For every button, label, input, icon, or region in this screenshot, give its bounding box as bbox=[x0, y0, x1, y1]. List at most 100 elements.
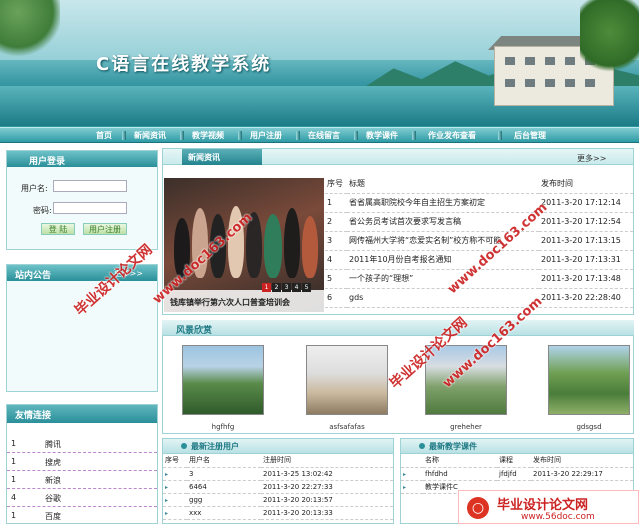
news-title-link[interactable]: 一个孩子的“理想” bbox=[347, 269, 539, 289]
table-header-row: 序号 标题 发布时间 bbox=[325, 174, 633, 194]
news-date: 2011-3-20 22:28:40 bbox=[539, 288, 633, 308]
pager-button[interactable]: 2 bbox=[272, 283, 281, 292]
news-title-link[interactable]: gds bbox=[347, 288, 539, 308]
site-title: C语言在线教学系统 bbox=[96, 54, 272, 75]
spacer-cell bbox=[401, 454, 423, 468]
username-label: 用户名: bbox=[21, 184, 48, 193]
register-button[interactable]: 用户注册 bbox=[83, 223, 127, 235]
courseware-title: 最新教学课件 bbox=[429, 442, 477, 451]
arrow-icon: ▸ bbox=[163, 480, 187, 494]
list-item: 1 腾讯 bbox=[7, 435, 157, 453]
news-date: 2011-3-20 17:12:14 bbox=[539, 193, 633, 213]
corner-watermark-url: www.56doc.com bbox=[521, 512, 595, 522]
row-index: 5 bbox=[325, 269, 347, 289]
username-cell[interactable]: xxx bbox=[187, 506, 261, 520]
table-row[interactable]: 3 网传福州大学将“恋爱实名制”校方称不可能 2011-3-20 17:13:15 bbox=[325, 231, 633, 251]
bullet-text: 1 bbox=[11, 511, 17, 520]
list-item: 1 搜虎 bbox=[7, 453, 157, 471]
nav-divider bbox=[122, 131, 126, 140]
nav-item-courseware[interactable]: 教学课件 bbox=[366, 130, 398, 141]
scenery-caption: hgfhfg bbox=[211, 423, 235, 431]
password-label: 密码: bbox=[33, 206, 52, 215]
scenery-thumbnail[interactable] bbox=[182, 345, 264, 415]
scenery-thumbnail[interactable] bbox=[306, 345, 388, 415]
table-row[interactable]: ▸ fhfdhd jfdjfd 2011-3-20 22:29:17 bbox=[401, 467, 633, 481]
new-users-title: 最新注册用户 bbox=[191, 442, 239, 451]
link-text[interactable]: 百度 bbox=[45, 511, 61, 522]
nav-item-admin[interactable]: 后台管理 bbox=[514, 130, 546, 141]
table-row[interactable]: 1 省省属高职院校今年自主招生方案初定 2011-3-20 17:12:14 bbox=[325, 193, 633, 213]
news-date: 2011-3-20 17:12:54 bbox=[539, 212, 633, 232]
register-date: 2011-3-20 20:13:33 bbox=[261, 506, 393, 520]
logo-icon: ○ bbox=[467, 497, 489, 519]
arrow-icon: ▸ bbox=[401, 467, 423, 481]
arrow-icon: ▸ bbox=[163, 506, 187, 520]
list-item: 1 新浪 bbox=[7, 471, 157, 489]
table-row[interactable]: 2 省公务员考试首次要求写发言稿 2011-3-20 17:12:54 bbox=[325, 212, 633, 232]
nav-item-guestbook[interactable]: 在线留言 bbox=[308, 130, 340, 141]
nav-divider bbox=[238, 131, 242, 140]
scenery-caption: gdsgsd bbox=[576, 423, 602, 431]
news-date: 2011-3-20 17:13:48 bbox=[539, 269, 633, 289]
pager-button[interactable]: 5 bbox=[302, 283, 311, 292]
notice-panel: 站内公告 更多>> bbox=[6, 264, 158, 392]
links-panel: 友情连接 1 腾讯 1 搜虎 1 新浪 4 谷歌 1 百度 bbox=[6, 404, 158, 524]
username-cell[interactable]: 3 bbox=[187, 467, 261, 481]
table-row[interactable]: 6 gds 2011-3-20 22:28:40 bbox=[325, 288, 633, 308]
nav-item-news[interactable]: 新闻资讯 bbox=[134, 130, 166, 141]
scenery-thumbnail[interactable] bbox=[548, 345, 630, 415]
table-header-row: 名称 课程 发布时间 bbox=[401, 454, 633, 468]
username-cell[interactable]: 6464 bbox=[187, 480, 261, 494]
news-title-link[interactable]: 2011年10月份自考报名通知 bbox=[347, 250, 539, 270]
link-text[interactable]: 谷歌 bbox=[45, 493, 61, 504]
row-index: 1 bbox=[325, 193, 347, 213]
table-row[interactable]: ▸ xxx 2011-3-20 20:13:33 bbox=[163, 506, 393, 520]
username-input[interactable] bbox=[53, 180, 127, 192]
table-row[interactable]: ▸ 6464 2011-3-20 22:27:33 bbox=[163, 480, 393, 494]
pager-button[interactable]: 4 bbox=[292, 283, 301, 292]
notice-title: 站内公告 bbox=[15, 271, 52, 281]
bullet-text: 1 bbox=[11, 475, 17, 484]
nav-divider bbox=[180, 131, 184, 140]
list-item: 4 谷歌 bbox=[7, 489, 157, 507]
corner-watermark: ○ 毕业设计论文网 www.56doc.com bbox=[458, 490, 639, 524]
row-index: 2 bbox=[325, 212, 347, 232]
tab-news[interactable]: 新闻资讯 bbox=[182, 149, 262, 165]
pager-button[interactable]: 3 bbox=[282, 283, 291, 292]
news-date: 2011-3-20 17:13:31 bbox=[539, 250, 633, 270]
register-date: 2011-3-25 13:02:42 bbox=[261, 467, 393, 481]
link-text[interactable]: 新浪 bbox=[45, 475, 61, 486]
login-button[interactable]: 登 陆 bbox=[41, 223, 75, 235]
table-row[interactable]: ▸ ggg 2011-3-20 20:13:57 bbox=[163, 493, 393, 507]
news-more-link[interactable]: 更多>> bbox=[577, 153, 606, 164]
login-panel: 用户登录 用户名: 密码: 登 陆 用户注册 bbox=[6, 150, 158, 250]
photo-pager: 12345 bbox=[262, 282, 312, 292]
username-cell[interactable]: ggg bbox=[187, 493, 261, 507]
bullet-icon bbox=[181, 443, 187, 449]
news-title-link[interactable]: 省省属高职院校今年自主招生方案初定 bbox=[347, 193, 539, 213]
news-photo-caption[interactable]: 钱库镇举行第六次人口普查培训会 bbox=[170, 297, 290, 308]
pager-button[interactable]: 1 bbox=[262, 283, 271, 292]
column-header: 发布时间 bbox=[539, 174, 633, 194]
link-text[interactable]: 搜虎 bbox=[45, 457, 61, 468]
scenery-caption: greheher bbox=[450, 423, 482, 431]
courseware-header: 最新教学课件 bbox=[401, 439, 633, 454]
register-date: 2011-3-20 20:13:57 bbox=[261, 493, 393, 507]
nav-item-home[interactable]: 首页 bbox=[96, 130, 112, 141]
nav-item-homework[interactable]: 作业发布查看 bbox=[428, 130, 476, 141]
column-header: 序号 bbox=[325, 174, 347, 194]
column-header: 发布时间 bbox=[531, 454, 633, 468]
table-header-row: 序号 用户名 注册时间 bbox=[163, 454, 393, 468]
arrow-icon: ▸ bbox=[163, 493, 187, 507]
table-row[interactable]: ▸ 3 2011-3-25 13:02:42 bbox=[163, 467, 393, 481]
nav-item-videos[interactable]: 教学视频 bbox=[192, 130, 224, 141]
courseware-link[interactable]: fhfdhd bbox=[423, 467, 497, 481]
banner-tree-right bbox=[580, 0, 639, 80]
password-input[interactable] bbox=[53, 202, 127, 214]
nav-item-register[interactable]: 用户注册 bbox=[250, 130, 282, 141]
news-table: 序号 标题 发布时间 1 省省属高职院校今年自主招生方案初定 2011-3-20 1… bbox=[325, 174, 633, 308]
nav-divider bbox=[296, 131, 300, 140]
login-panel-header: 用户登录 bbox=[7, 151, 157, 167]
link-text[interactable]: 腾讯 bbox=[45, 439, 61, 450]
column-header: 名称 bbox=[423, 454, 497, 468]
